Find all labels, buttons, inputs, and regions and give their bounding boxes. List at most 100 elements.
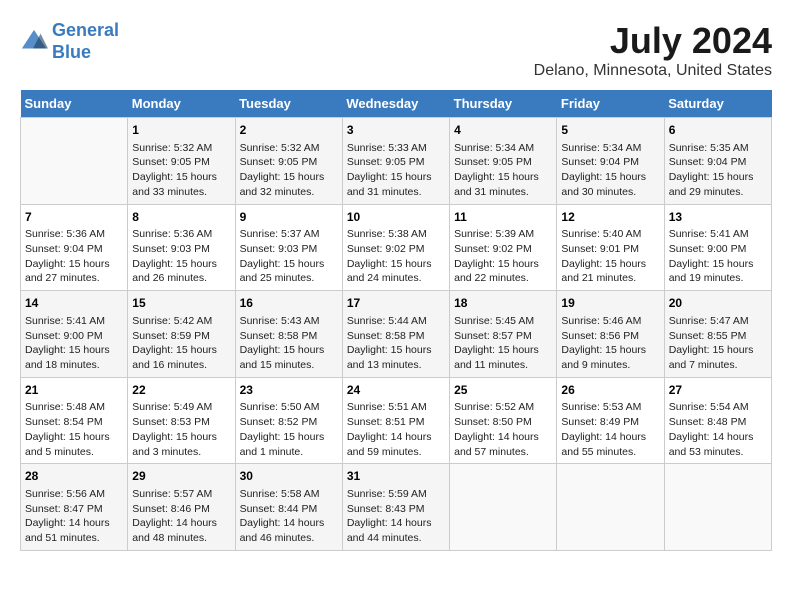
day-detail: Sunrise: 5:41 AM Sunset: 9:00 PM Dayligh… <box>669 227 767 286</box>
calendar-cell: 5 Sunrise: 5:34 AM Sunset: 9:04 PM Daylig… <box>557 118 664 205</box>
day-number: 12 <box>561 209 659 226</box>
calendar-cell: 28 Sunrise: 5:56 AM Sunset: 8:47 PM Dayli… <box>21 464 128 551</box>
day-number: 10 <box>347 209 445 226</box>
day-detail: Sunrise: 5:50 AM Sunset: 8:52 PM Dayligh… <box>240 400 338 459</box>
day-number: 29 <box>132 468 230 485</box>
day-number: 15 <box>132 295 230 312</box>
day-detail: Sunrise: 5:34 AM Sunset: 9:04 PM Dayligh… <box>561 141 659 200</box>
calendar-table: SundayMondayTuesdayWednesdayThursdayFrid… <box>20 90 772 551</box>
day-number: 16 <box>240 295 338 312</box>
day-number: 2 <box>240 122 338 139</box>
calendar-body: 1 Sunrise: 5:32 AM Sunset: 9:05 PM Daylig… <box>21 118 772 551</box>
calendar-cell <box>450 464 557 551</box>
day-detail: Sunrise: 5:57 AM Sunset: 8:46 PM Dayligh… <box>132 487 230 546</box>
day-number: 8 <box>132 209 230 226</box>
day-detail: Sunrise: 5:44 AM Sunset: 8:58 PM Dayligh… <box>347 314 445 373</box>
calendar-cell: 26Sunrise: 5:53 AM Sunset: 8:49 PM Dayli… <box>557 377 664 464</box>
day-number: 30 <box>240 468 338 485</box>
day-detail: Sunrise: 5:39 AM Sunset: 9:02 PM Dayligh… <box>454 227 552 286</box>
day-detail: Sunrise: 5:52 AM Sunset: 8:50 PM Dayligh… <box>454 400 552 459</box>
title-block: July 2024 Delano, Minnesota, United Stat… <box>534 20 772 80</box>
calendar-cell <box>557 464 664 551</box>
calendar-cell: 1 Sunrise: 5:32 AM Sunset: 9:05 PM Daylig… <box>128 118 235 205</box>
calendar-cell: 20Sunrise: 5:47 AM Sunset: 8:55 PM Dayli… <box>664 291 771 378</box>
week-row-1: 1 Sunrise: 5:32 AM Sunset: 9:05 PM Daylig… <box>21 118 772 205</box>
calendar-cell: 16 Sunrise: 5:43 AM Sunset: 8:58 PM Dayli… <box>235 291 342 378</box>
day-detail: Sunrise: 5:38 AM Sunset: 9:02 PM Dayligh… <box>347 227 445 286</box>
day-number: 25 <box>454 382 552 399</box>
calendar-cell: 19Sunrise: 5:46 AM Sunset: 8:56 PM Dayli… <box>557 291 664 378</box>
header-row: SundayMondayTuesdayWednesdayThursdayFrid… <box>21 90 772 118</box>
week-row-4: 21Sunrise: 5:48 AM Sunset: 8:54 PM Dayli… <box>21 377 772 464</box>
calendar-cell: 17 Sunrise: 5:44 AM Sunset: 8:58 PM Dayli… <box>342 291 449 378</box>
day-number: 5 <box>561 122 659 139</box>
day-number: 9 <box>240 209 338 226</box>
week-row-3: 14Sunrise: 5:41 AM Sunset: 9:00 PM Dayli… <box>21 291 772 378</box>
calendar-cell: 3Sunrise: 5:33 AM Sunset: 9:05 PM Daylig… <box>342 118 449 205</box>
day-number: 18 <box>454 295 552 312</box>
day-number: 27 <box>669 382 767 399</box>
day-detail: Sunrise: 5:36 AM Sunset: 9:03 PM Dayligh… <box>132 227 230 286</box>
day-detail: Sunrise: 5:43 AM Sunset: 8:58 PM Dayligh… <box>240 314 338 373</box>
calendar-cell: 29 Sunrise: 5:57 AM Sunset: 8:46 PM Dayli… <box>128 464 235 551</box>
day-detail: Sunrise: 5:47 AM Sunset: 8:55 PM Dayligh… <box>669 314 767 373</box>
calendar-cell: 8Sunrise: 5:36 AM Sunset: 9:03 PM Daylig… <box>128 204 235 291</box>
logo-icon <box>20 28 48 56</box>
day-number: 28 <box>25 468 123 485</box>
calendar-cell <box>21 118 128 205</box>
day-header-saturday: Saturday <box>664 90 771 118</box>
calendar-cell: 11Sunrise: 5:39 AM Sunset: 9:02 PM Dayli… <box>450 204 557 291</box>
calendar-cell: 15 Sunrise: 5:42 AM Sunset: 8:59 PM Dayli… <box>128 291 235 378</box>
day-header-tuesday: Tuesday <box>235 90 342 118</box>
calendar-cell: 2 Sunrise: 5:32 AM Sunset: 9:05 PM Daylig… <box>235 118 342 205</box>
calendar-cell: 12Sunrise: 5:40 AM Sunset: 9:01 PM Dayli… <box>557 204 664 291</box>
week-row-2: 7Sunrise: 5:36 AM Sunset: 9:04 PM Daylig… <box>21 204 772 291</box>
day-detail: Sunrise: 5:51 AM Sunset: 8:51 PM Dayligh… <box>347 400 445 459</box>
day-number: 6 <box>669 122 767 139</box>
calendar-cell: 30 Sunrise: 5:58 AM Sunset: 8:44 PM Dayli… <box>235 464 342 551</box>
day-number: 23 <box>240 382 338 399</box>
day-header-wednesday: Wednesday <box>342 90 449 118</box>
day-number: 21 <box>25 382 123 399</box>
subtitle: Delano, Minnesota, United States <box>534 62 772 80</box>
day-detail: Sunrise: 5:35 AM Sunset: 9:04 PM Dayligh… <box>669 141 767 200</box>
day-detail: Sunrise: 5:46 AM Sunset: 8:56 PM Dayligh… <box>561 314 659 373</box>
day-number: 7 <box>25 209 123 226</box>
main-title: July 2024 <box>534 20 772 62</box>
calendar-cell: 4Sunrise: 5:34 AM Sunset: 9:05 PM Daylig… <box>450 118 557 205</box>
day-header-friday: Friday <box>557 90 664 118</box>
day-detail: Sunrise: 5:32 AM Sunset: 9:05 PM Dayligh… <box>132 141 230 200</box>
calendar-header: SundayMondayTuesdayWednesdayThursdayFrid… <box>21 90 772 118</box>
calendar-cell: 24Sunrise: 5:51 AM Sunset: 8:51 PM Dayli… <box>342 377 449 464</box>
calendar-cell: 14Sunrise: 5:41 AM Sunset: 9:00 PM Dayli… <box>21 291 128 378</box>
day-number: 14 <box>25 295 123 312</box>
day-header-thursday: Thursday <box>450 90 557 118</box>
day-number: 13 <box>669 209 767 226</box>
day-number: 17 <box>347 295 445 312</box>
day-detail: Sunrise: 5:42 AM Sunset: 8:59 PM Dayligh… <box>132 314 230 373</box>
day-number: 26 <box>561 382 659 399</box>
calendar-cell: 27Sunrise: 5:54 AM Sunset: 8:48 PM Dayli… <box>664 377 771 464</box>
week-row-5: 28 Sunrise: 5:56 AM Sunset: 8:47 PM Dayli… <box>21 464 772 551</box>
day-detail: Sunrise: 5:40 AM Sunset: 9:01 PM Dayligh… <box>561 227 659 286</box>
calendar-cell: 25Sunrise: 5:52 AM Sunset: 8:50 PM Dayli… <box>450 377 557 464</box>
page-header: General Blue July 2024 Delano, Minnesota… <box>20 20 772 80</box>
calendar-cell: 22Sunrise: 5:49 AM Sunset: 8:53 PM Dayli… <box>128 377 235 464</box>
day-detail: Sunrise: 5:32 AM Sunset: 9:05 PM Dayligh… <box>240 141 338 200</box>
calendar-cell: 13Sunrise: 5:41 AM Sunset: 9:00 PM Dayli… <box>664 204 771 291</box>
calendar-cell: 23Sunrise: 5:50 AM Sunset: 8:52 PM Dayli… <box>235 377 342 464</box>
day-header-monday: Monday <box>128 90 235 118</box>
day-number: 24 <box>347 382 445 399</box>
calendar-cell: 21Sunrise: 5:48 AM Sunset: 8:54 PM Dayli… <box>21 377 128 464</box>
day-number: 1 <box>132 122 230 139</box>
day-detail: Sunrise: 5:34 AM Sunset: 9:05 PM Dayligh… <box>454 141 552 200</box>
day-detail: Sunrise: 5:53 AM Sunset: 8:49 PM Dayligh… <box>561 400 659 459</box>
day-detail: Sunrise: 5:58 AM Sunset: 8:44 PM Dayligh… <box>240 487 338 546</box>
day-detail: Sunrise: 5:49 AM Sunset: 8:53 PM Dayligh… <box>132 400 230 459</box>
calendar-cell: 7Sunrise: 5:36 AM Sunset: 9:04 PM Daylig… <box>21 204 128 291</box>
day-detail: Sunrise: 5:45 AM Sunset: 8:57 PM Dayligh… <box>454 314 552 373</box>
logo-text: General Blue <box>52 20 119 63</box>
day-detail: Sunrise: 5:56 AM Sunset: 8:47 PM Dayligh… <box>25 487 123 546</box>
calendar-cell <box>664 464 771 551</box>
calendar-cell: 6 Sunrise: 5:35 AM Sunset: 9:04 PM Daylig… <box>664 118 771 205</box>
